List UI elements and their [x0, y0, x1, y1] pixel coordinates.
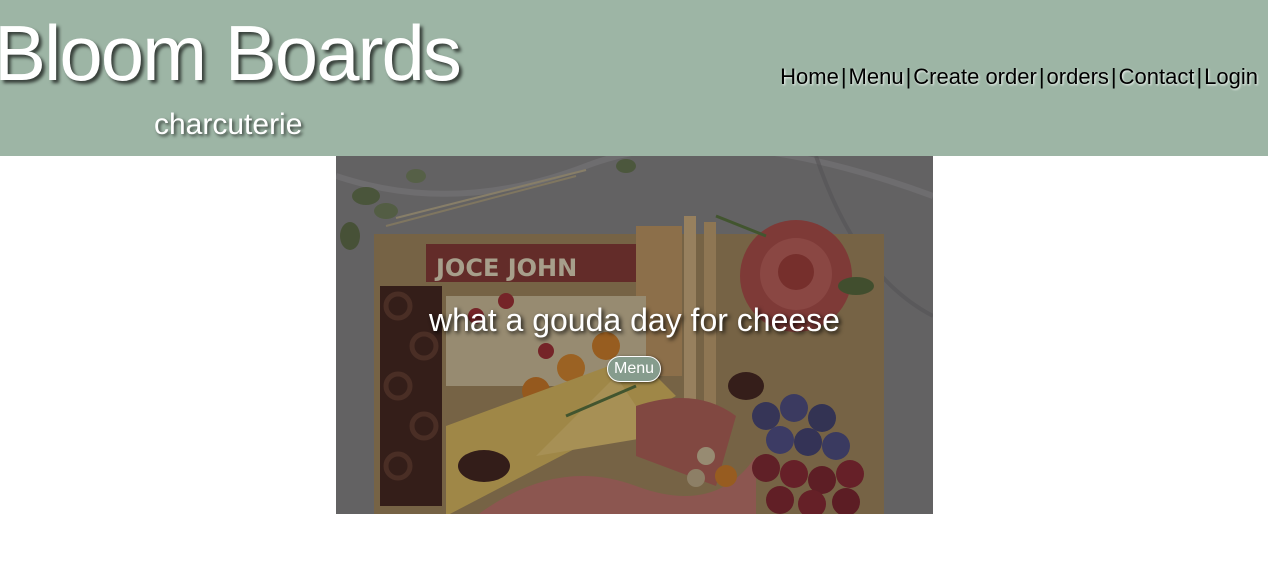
nav-separator: |: [1038, 64, 1045, 89]
nav-contact-link[interactable]: Contact: [1119, 64, 1195, 89]
site-header: Bloom Boards charcuterie Home|Menu|Creat…: [0, 0, 1268, 156]
brand-subtitle: charcuterie: [154, 108, 303, 141]
nav-create-order-link[interactable]: Create order: [913, 64, 1037, 89]
nav-separator: |: [840, 64, 847, 89]
hero-banner: JOCE JOHN what a gouda day for cheese Me…: [336, 156, 933, 514]
nav-home-link[interactable]: Home: [780, 64, 839, 89]
nav-separator: |: [1196, 64, 1203, 89]
nav-login-link[interactable]: Login: [1204, 64, 1258, 89]
hero-caption: what a gouda day for cheese: [429, 302, 840, 338]
nav-menu-link[interactable]: Menu: [849, 64, 904, 89]
brand-title: Bloom Boards: [0, 9, 462, 97]
nav-orders-link[interactable]: orders: [1047, 64, 1109, 89]
hero-menu-button[interactable]: Menu: [607, 356, 661, 382]
nav-separator: |: [1110, 64, 1117, 89]
nav-separator: |: [905, 64, 912, 89]
main-nav: Home|Menu|Create order|orders|Contact|Lo…: [780, 60, 1258, 94]
